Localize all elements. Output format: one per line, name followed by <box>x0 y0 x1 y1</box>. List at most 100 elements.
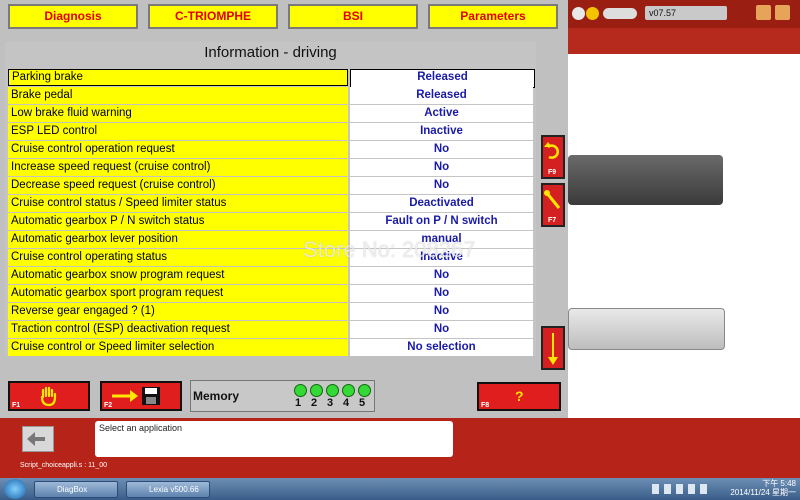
tool-button[interactable]: F7 <box>541 183 565 227</box>
row-value: No selection <box>350 339 533 356</box>
row-value: No <box>350 177 533 194</box>
table-row[interactable]: Traction control (ESP) deactivation requ… <box>8 321 536 338</box>
f1-key-label: F1 <box>12 402 21 409</box>
toggle-icon <box>603 8 637 19</box>
tab-c-triomphe[interactable]: C-TRIOMPHE <box>148 4 278 29</box>
memory-panel: Memory 1 2 3 4 5 <box>190 380 375 412</box>
row-label: Automatic gearbox lever position <box>8 231 348 248</box>
smiley-icon <box>586 7 599 20</box>
table-row[interactable]: Reverse gear engaged ? (1) No <box>8 303 536 320</box>
minimize-button[interactable] <box>756 5 771 20</box>
memory-led-2[interactable] <box>310 384 323 397</box>
row-value: Released <box>350 87 533 104</box>
table-row[interactable]: Decrease speed request (cruise control) N… <box>8 177 536 194</box>
row-label: Brake pedal <box>8 87 348 104</box>
table-row[interactable]: Cruise control status / Speed limiter st… <box>8 195 536 212</box>
table-row[interactable]: ESP LED control Inactive <box>8 123 536 140</box>
taskbar-item-diagbox[interactable]: DiagBox <box>34 481 118 498</box>
memory-slot-number: 4 <box>343 397 350 409</box>
row-value: Deactivated <box>350 195 533 212</box>
background-app-dark-button[interactable] <box>568 155 723 205</box>
row-label: Parking brake <box>8 69 348 86</box>
version-field: v07.57 <box>645 6 727 20</box>
memory-slot-number: 1 <box>295 397 302 409</box>
refresh-button[interactable]: F9 <box>541 135 565 179</box>
tab-bsi[interactable]: BSI <box>288 4 418 29</box>
row-value: Released <box>350 69 535 88</box>
row-label: Traction control (ESP) deactivation requ… <box>8 321 348 338</box>
back-button[interactable] <box>22 426 54 452</box>
row-label: Automatic gearbox P / N switch status <box>8 213 348 230</box>
arrow-save-icon <box>112 387 160 405</box>
row-value: No <box>350 321 533 338</box>
wrench-icon <box>544 190 561 209</box>
table-row[interactable]: Cruise control or Speed limiter selectio… <box>8 339 536 356</box>
panel-title: Information - driving <box>204 44 337 61</box>
row-label: Increase speed request (cruise control) <box>8 159 348 176</box>
memory-led-1[interactable] <box>294 384 307 397</box>
f7-key-label: F7 <box>548 217 557 224</box>
clock-time: 下午 5:48 <box>762 479 796 488</box>
arrow-left-icon <box>27 432 45 446</box>
table-row[interactable]: Automatic gearbox P / N switch status Fau… <box>8 213 536 230</box>
hand-icon <box>40 386 57 407</box>
table-row[interactable]: Automatic gearbox sport program request N… <box>8 285 536 302</box>
background-app-stripe <box>568 28 800 54</box>
diagnostic-window: Diagnosis C-TRIOMPHE BSI Parameters Info… <box>0 0 568 418</box>
table-row[interactable]: Parking brake Released <box>8 69 536 88</box>
tab-diagnosis[interactable]: Diagnosis <box>8 4 138 29</box>
save-button[interactable]: F2 <box>100 381 182 411</box>
f2-key-label: F2 <box>104 402 113 409</box>
row-label: Reverse gear engaged ? (1) <box>8 303 348 320</box>
clock-date: 2014/11/24 星期一 <box>730 488 796 497</box>
memory-slot-number: 3 <box>327 397 334 409</box>
tray-icons <box>652 484 710 494</box>
table-row[interactable]: Cruise control operation request No <box>8 141 536 158</box>
row-value: No <box>350 285 533 302</box>
row-value: Fault on P / N switch <box>350 213 533 230</box>
f9-key-label: F9 <box>548 169 557 176</box>
start-button[interactable] <box>4 479 26 499</box>
watermark: Store No: 208267 <box>303 237 476 262</box>
memory-label: Memory <box>193 389 240 403</box>
table-row[interactable]: Brake pedal Released <box>8 87 536 104</box>
background-app-gray-button[interactable] <box>568 308 725 350</box>
arrow-down-icon <box>548 333 558 365</box>
help-icon: ? <box>515 388 524 404</box>
row-label: Cruise control operating status <box>8 249 348 266</box>
script-label: Script_choiceappli.s : 11_00 <box>20 462 108 469</box>
memory-slot-number: 5 <box>359 397 366 409</box>
stop-button[interactable]: F1 <box>8 381 90 411</box>
memory-led-5[interactable] <box>358 384 371 397</box>
memory-led-3[interactable] <box>326 384 339 397</box>
row-label: Low brake fluid warning <box>8 105 348 122</box>
taskbar-item-lexia[interactable]: Lexia v500.66 <box>126 481 210 498</box>
row-label: Automatic gearbox sport program request <box>8 285 348 302</box>
row-value: Active <box>350 105 533 122</box>
clock: 下午 5:48 2014/11/24 星期一 <box>716 479 796 497</box>
table-row[interactable]: Low brake fluid warning Active <box>8 105 536 122</box>
row-label: ESP LED control <box>8 123 348 140</box>
table-row[interactable]: Automatic gearbox snow program request No <box>8 267 536 284</box>
table-row[interactable]: Increase speed request (cruise control) N… <box>8 159 536 176</box>
close-button[interactable] <box>775 5 790 20</box>
row-label: Automatic gearbox snow program request <box>8 267 348 284</box>
globe-icon <box>572 7 585 20</box>
tab-parameters[interactable]: Parameters <box>428 4 558 29</box>
row-value: No <box>350 141 533 158</box>
message-box: Select an application <box>95 421 453 457</box>
memory-slot-number: 2 <box>311 397 318 409</box>
row-value: No <box>350 267 533 284</box>
background-app-content <box>568 54 800 410</box>
scroll-down-button[interactable] <box>541 326 565 370</box>
parameter-panel: Information - driving Parking brake Relea… <box>5 42 536 356</box>
memory-led-4[interactable] <box>342 384 355 397</box>
row-label: Cruise control status / Speed limiter st… <box>8 195 348 212</box>
row-value: No <box>350 159 533 176</box>
help-button[interactable]: ? F8 <box>477 382 561 411</box>
refresh-icon <box>544 142 559 159</box>
row-value: No <box>350 303 533 320</box>
row-value: Inactive <box>350 123 533 140</box>
row-label: Cruise control operation request <box>8 141 348 158</box>
row-label: Cruise control or Speed limiter selectio… <box>8 339 348 356</box>
